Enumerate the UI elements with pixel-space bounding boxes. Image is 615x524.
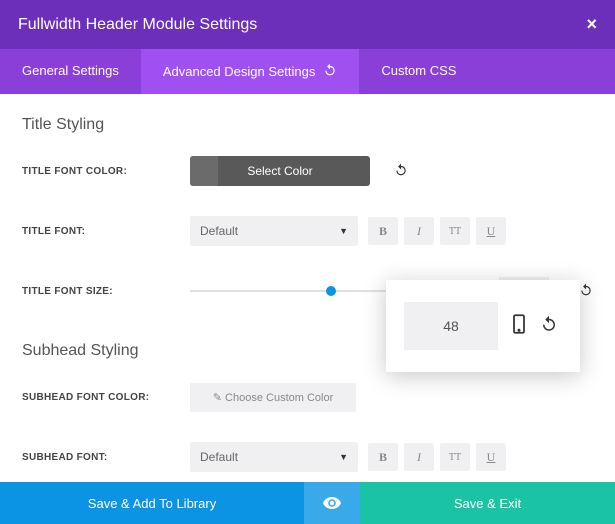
save-exit-button[interactable]: Save & Exit <box>360 482 615 524</box>
popup-size-input[interactable] <box>404 302 498 350</box>
bold-button[interactable]: B <box>368 217 398 245</box>
row-subhead-font: SUBHEAD FONT: Default ▼ B I TT U <box>22 442 593 472</box>
chevron-down-icon: ▼ <box>339 226 348 236</box>
choose-custom-color-button[interactable]: ✎ Choose Custom Color <box>190 383 356 412</box>
tab-bar: General Settings Advanced Design Setting… <box>0 49 615 94</box>
row-title-font: TITLE FONT: Default ▼ B I TT U <box>22 216 593 246</box>
save-add-library-button[interactable]: Save & Add To Library <box>0 482 304 524</box>
chevron-down-icon: ▼ <box>339 452 348 462</box>
select-color-label: Select Color <box>247 164 312 178</box>
italic-button[interactable]: I <box>404 443 434 471</box>
modal-header: Fullwidth Header Module Settings × <box>0 0 615 49</box>
italic-button[interactable]: I <box>404 217 434 245</box>
select-color-button[interactable]: Select Color <box>190 156 370 186</box>
label-subhead-font-color: SUBHEAD FONT COLOR: <box>22 392 190 403</box>
reset-icon[interactable] <box>540 315 558 338</box>
row-title-font-color: TITLE FONT COLOR: Select Color <box>22 156 593 186</box>
tab-advanced[interactable]: Advanced Design Settings <box>141 49 359 94</box>
slider-thumb[interactable] <box>326 286 336 296</box>
responsive-popup <box>386 280 580 372</box>
reset-icon[interactable] <box>394 163 408 180</box>
eyedropper-icon: ✎ <box>213 392 225 404</box>
uppercase-button[interactable]: TT <box>440 217 470 245</box>
label-title-font-size: TITLE FONT SIZE: <box>22 286 190 297</box>
dropdown-value: Default <box>200 224 238 238</box>
section-title-styling: Title Styling <box>22 116 593 134</box>
bold-button[interactable]: B <box>368 443 398 471</box>
label-subhead-font: SUBHEAD FONT: <box>22 452 190 463</box>
tab-advanced-label: Advanced Design Settings <box>163 64 315 79</box>
subhead-font-dropdown[interactable]: Default ▼ <box>190 442 358 472</box>
dropdown-value: Default <box>200 450 238 464</box>
device-icon[interactable] <box>512 314 526 339</box>
tab-custom-css[interactable]: Custom CSS <box>359 49 478 94</box>
preview-button[interactable] <box>304 482 360 524</box>
tab-general[interactable]: General Settings <box>0 49 141 94</box>
modal-footer: Save & Add To Library Save & Exit <box>0 482 615 524</box>
close-icon[interactable]: × <box>586 14 597 35</box>
reset-icon[interactable] <box>323 63 337 80</box>
reset-icon[interactable] <box>579 283 593 300</box>
underline-button[interactable]: U <box>476 217 506 245</box>
color-swatch <box>190 156 218 186</box>
modal-title: Fullwidth Header Module Settings <box>18 16 257 34</box>
label-title-font: TITLE FONT: <box>22 226 190 237</box>
choose-custom-label: Choose Custom Color <box>225 392 333 404</box>
row-subhead-font-color: SUBHEAD FONT COLOR: ✎ Choose Custom Colo… <box>22 382 593 412</box>
underline-button[interactable]: U <box>476 443 506 471</box>
label-title-font-color: TITLE FONT COLOR: <box>22 166 190 177</box>
uppercase-button[interactable]: TT <box>440 443 470 471</box>
title-font-dropdown[interactable]: Default ▼ <box>190 216 358 246</box>
